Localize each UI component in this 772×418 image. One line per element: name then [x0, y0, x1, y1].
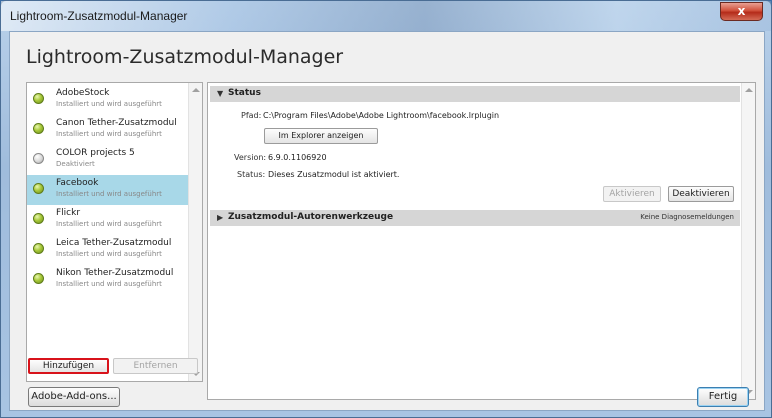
activate-button[interactable]: Aktivieren — [603, 186, 661, 202]
page-title: Lightroom-Zusatzmodul-Manager — [26, 46, 344, 68]
plugin-name: Canon Tether-Zusatzmodul — [56, 118, 177, 128]
status-off-icon — [33, 153, 44, 164]
status-on-icon — [33, 93, 44, 104]
collapsed-triangle-icon: ▶ — [217, 213, 224, 222]
plugin-name: Nikon Tether-Zusatzmodul — [56, 268, 174, 278]
done-button[interactable]: Fertig — [697, 387, 749, 407]
status-section-header[interactable]: ▼ Status — [210, 86, 740, 102]
status-on-icon — [33, 183, 44, 194]
status-on-icon — [33, 273, 44, 284]
plugin-list: AdobeStock Installiert und wird ausgefüh… — [26, 82, 203, 382]
list-item[interactable]: Nikon Tether-Zusatzmodul Installiert und… — [27, 265, 189, 295]
plugin-status: Installiert und wird ausgeführt — [56, 250, 162, 258]
title-bar[interactable]: Lightroom-Zusatzmodul-Manager x — [1, 1, 771, 31]
list-item-selected[interactable]: Facebook Installiert und wird ausgeführt — [27, 175, 189, 205]
plugin-details-panel: ▼ Status Pfad: C:\Program Files\Adobe\Ad… — [207, 82, 756, 400]
status-on-icon — [33, 123, 44, 134]
diagnostics-note: Keine Diagnosemeldungen — [640, 213, 734, 221]
plugin-name: AdobeStock — [56, 88, 110, 98]
section-title: Status — [228, 88, 261, 98]
details-scrollbar[interactable] — [741, 83, 755, 399]
status-value: Dieses Zusatzmodul ist aktiviert. — [268, 170, 400, 179]
add-button[interactable]: Hinzufügen — [28, 358, 109, 374]
remove-button[interactable]: Entfernen — [113, 358, 198, 374]
plugin-status: Installiert und wird ausgeführt — [56, 100, 162, 108]
plugin-status: Installiert und wird ausgeführt — [56, 220, 162, 228]
plugin-status: Installiert und wird ausgeführt — [56, 130, 162, 138]
plugin-manager-window: Lightroom-Zusatzmodul-Manager x Lightroo… — [0, 0, 772, 418]
expanded-triangle-icon: ▼ — [217, 89, 224, 98]
dialog-body: Lightroom-Zusatzmodul-Manager AdobeStock… — [9, 31, 765, 411]
path-label: Pfad: — [241, 111, 262, 120]
section-title: Zusatzmodul-Autorenwerkzeuge — [228, 212, 394, 222]
scroll-up-icon[interactable] — [745, 88, 753, 92]
list-item[interactable]: Flickr Installiert und wird ausgeführt — [27, 205, 189, 235]
show-in-explorer-button[interactable]: Im Explorer anzeigen — [264, 128, 378, 144]
scroll-up-icon[interactable] — [192, 88, 200, 92]
plugin-name: Flickr — [56, 208, 81, 218]
plugin-name: COLOR projects 5 — [56, 148, 135, 158]
list-scrollbar[interactable] — [188, 83, 202, 381]
list-item[interactable]: COLOR projects 5 Deaktiviert — [27, 145, 189, 175]
plugin-status: Deaktiviert — [56, 160, 95, 168]
path-value: C:\Program Files\Adobe\Adobe Lightroom\f… — [263, 111, 500, 120]
plugin-status: Installiert und wird ausgeführt — [56, 280, 162, 288]
version-value: 6.9.0.1106920 — [268, 153, 327, 162]
tools-section-header[interactable]: ▶ Zusatzmodul-Autorenwerkzeuge Keine Dia… — [210, 210, 740, 226]
status-on-icon — [33, 243, 44, 254]
plugin-name: Facebook — [56, 178, 99, 188]
status-on-icon — [33, 213, 44, 224]
plugin-name: Leica Tether-Zusatzmodul — [56, 238, 172, 248]
close-button[interactable]: x — [720, 2, 763, 21]
adobe-addons-button[interactable]: Adobe-Add-ons... — [28, 387, 120, 407]
list-item[interactable]: AdobeStock Installiert und wird ausgefüh… — [27, 85, 189, 115]
list-item[interactable]: Leica Tether-Zusatzmodul Installiert und… — [27, 235, 189, 265]
list-item[interactable]: Canon Tether-Zusatzmodul Installiert und… — [27, 115, 189, 145]
version-label: Version: — [234, 153, 267, 162]
deactivate-button[interactable]: Deaktivieren — [668, 186, 734, 202]
status-label: Status: — [237, 170, 266, 179]
window-title: Lightroom-Zusatzmodul-Manager — [10, 9, 188, 23]
plugin-status: Installiert und wird ausgeführt — [56, 190, 162, 198]
